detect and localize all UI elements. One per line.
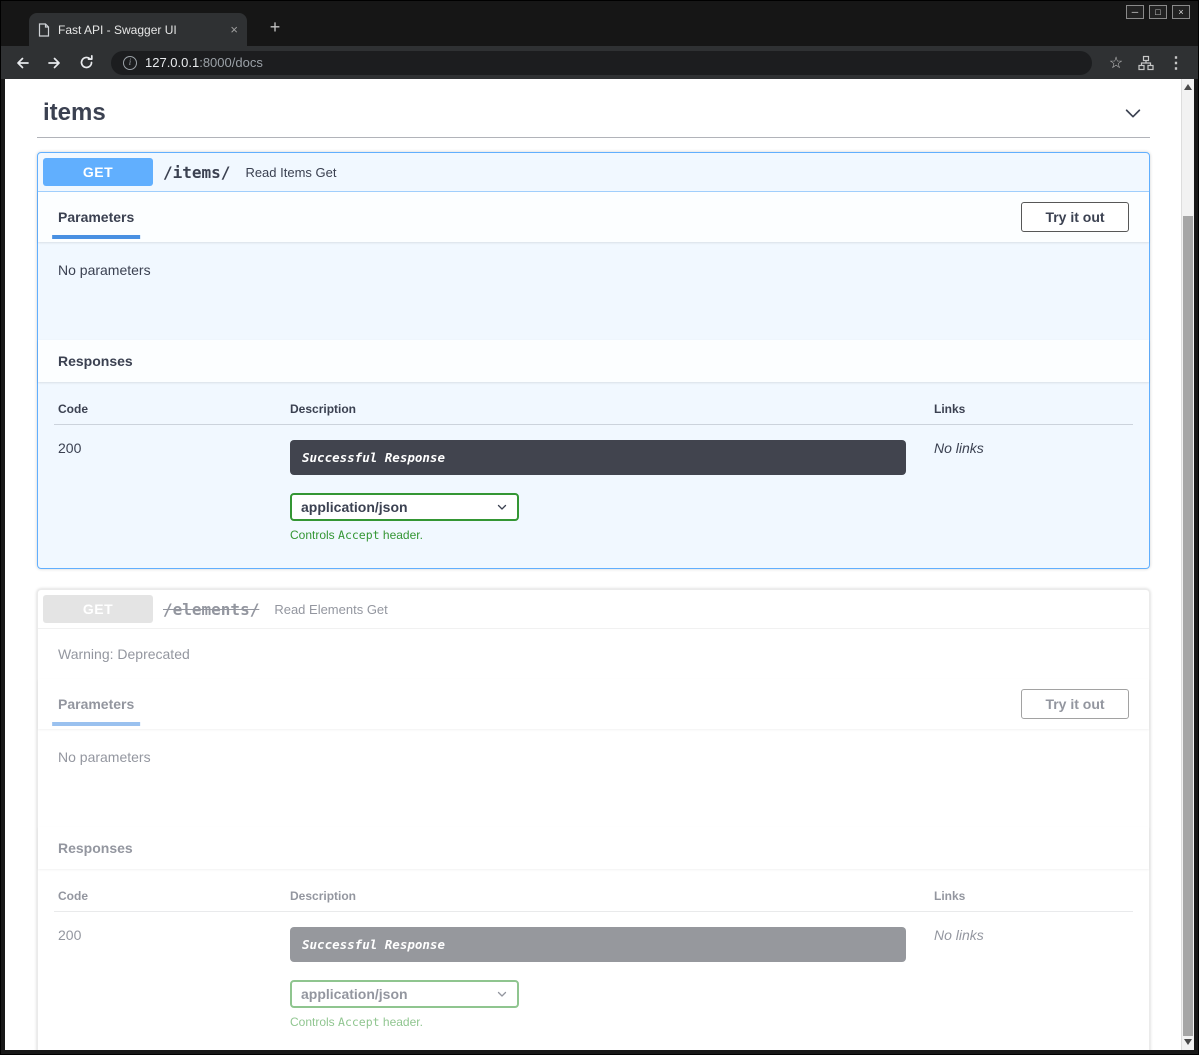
sitemap-icon[interactable] xyxy=(1134,51,1158,75)
links-column-header: Links xyxy=(934,889,1129,903)
browser-tab[interactable]: Fast API - Swagger UI × xyxy=(29,13,247,46)
scrollbar[interactable] xyxy=(1181,79,1194,1050)
section-title: items xyxy=(43,99,106,127)
accept-header-note: Controls Accept header. xyxy=(290,528,934,542)
parameters-header: Parameters Try it out xyxy=(38,679,1149,729)
opblock-get-items: GET /items/ Read Items Get Parameters Tr… xyxy=(37,152,1150,569)
accept-header-note: Controls Accept header. xyxy=(290,1015,934,1029)
method-badge: GET xyxy=(43,158,153,186)
chevron-down-icon[interactable] xyxy=(1122,102,1144,124)
opblock-get-elements-deprecated: GET /elements/ Read Elements Get Warning… xyxy=(37,589,1150,1050)
links-column-header: Links xyxy=(934,402,1129,416)
address-bar[interactable]: i 127.0.0.1:8000/docs xyxy=(111,51,1092,75)
response-code: 200 xyxy=(58,440,290,542)
page-icon xyxy=(38,23,50,37)
method-badge: GET xyxy=(43,595,153,623)
responses-header: Responses xyxy=(38,340,1149,382)
responses-table-header: Code Description Links xyxy=(54,885,1133,912)
titlebar: ─ □ × Fast API - Swagger UI × + xyxy=(1,1,1198,46)
scroll-down-arrow[interactable] xyxy=(1182,1036,1194,1048)
parameters-tab[interactable]: Parameters xyxy=(58,209,134,225)
swagger-ui: items GET /items/ Read Items Get Paramet… xyxy=(5,79,1194,1050)
tag-section-items[interactable]: items xyxy=(37,87,1150,138)
scroll-up-arrow[interactable] xyxy=(1182,81,1194,93)
response-links: No links xyxy=(934,927,1129,1029)
page-frame: items GET /items/ Read Items Get Paramet… xyxy=(1,79,1198,1054)
no-parameters-text: No parameters xyxy=(58,749,151,765)
window-controls: ─ □ × xyxy=(1126,5,1190,19)
no-parameters-text: No parameters xyxy=(58,262,151,278)
responses-header: Responses xyxy=(38,827,1149,869)
response-row-200: 200 Successful Response application/json… xyxy=(54,425,1133,542)
response-row-200: 200 Successful Response application/json xyxy=(54,912,1133,1029)
minimize-button[interactable]: ─ xyxy=(1126,5,1144,19)
responses-title: Responses xyxy=(58,353,133,369)
select-chevron-icon xyxy=(496,988,508,1000)
scrollbar-thumb[interactable] xyxy=(1183,216,1193,1036)
page: items GET /items/ Read Items Get Paramet… xyxy=(5,79,1194,1050)
try-it-out-button[interactable]: Try it out xyxy=(1021,202,1129,232)
response-description-box: Successful Response xyxy=(290,927,906,962)
description-column-header: Description xyxy=(290,402,934,416)
operation-path: /items/ xyxy=(163,163,230,182)
operation-path: /elements/ xyxy=(163,600,259,619)
browser-toolbar: i 127.0.0.1:8000/docs ☆ ⋮ xyxy=(1,46,1198,79)
tab-close-icon[interactable]: × xyxy=(230,23,238,36)
operation-summary-text: Read Items Get xyxy=(245,165,336,180)
response-description-box: Successful Response xyxy=(290,440,906,475)
responses-body: Code Description Links 200 Successful Re… xyxy=(38,382,1149,568)
maximize-button[interactable]: □ xyxy=(1149,5,1167,19)
browser-window: ─ □ × Fast API - Swagger UI × + i 127.0.… xyxy=(0,0,1199,1055)
parameters-body: No parameters xyxy=(38,729,1149,827)
operation-summary-text: Read Elements Get xyxy=(274,602,387,617)
operation-summary[interactable]: GET /elements/ Read Elements Get xyxy=(38,590,1149,629)
reload-icon[interactable] xyxy=(73,50,99,76)
parameters-tab[interactable]: Parameters xyxy=(58,696,134,712)
response-code: 200 xyxy=(58,927,290,1029)
info-icon[interactable]: i xyxy=(123,56,137,70)
url-text: 127.0.0.1:8000/docs xyxy=(145,55,263,70)
bookmark-star-icon[interactable]: ☆ xyxy=(1104,51,1128,75)
deprecated-warning: Warning: Deprecated xyxy=(38,629,1149,679)
code-column-header: Code xyxy=(58,889,290,903)
responses-table-header: Code Description Links xyxy=(54,398,1133,425)
responses-title: Responses xyxy=(58,840,133,856)
new-tab-button[interactable]: + xyxy=(263,16,287,40)
operation-summary[interactable]: GET /items/ Read Items Get xyxy=(38,153,1149,192)
close-button[interactable]: × xyxy=(1172,5,1190,19)
parameters-header: Parameters Try it out xyxy=(38,192,1149,242)
forward-icon[interactable] xyxy=(41,50,67,76)
media-type-select[interactable]: application/json xyxy=(290,980,519,1008)
try-it-out-button[interactable]: Try it out xyxy=(1021,689,1129,719)
parameters-body: No parameters xyxy=(38,242,1149,340)
media-type-select[interactable]: application/json xyxy=(290,493,519,521)
tab-title: Fast API - Swagger UI xyxy=(58,23,222,37)
media-type-row: application/json Controls Accept header. xyxy=(290,980,934,1029)
select-chevron-icon xyxy=(496,501,508,513)
back-icon[interactable] xyxy=(9,50,35,76)
responses-body: Code Description Links 200 Successful Re… xyxy=(38,869,1149,1050)
description-column-header: Description xyxy=(290,889,934,903)
browser-menu-icon[interactable]: ⋮ xyxy=(1164,51,1188,75)
response-links: No links xyxy=(934,440,1129,542)
code-column-header: Code xyxy=(58,402,290,416)
media-type-row: application/json Controls Accept header. xyxy=(290,493,934,542)
